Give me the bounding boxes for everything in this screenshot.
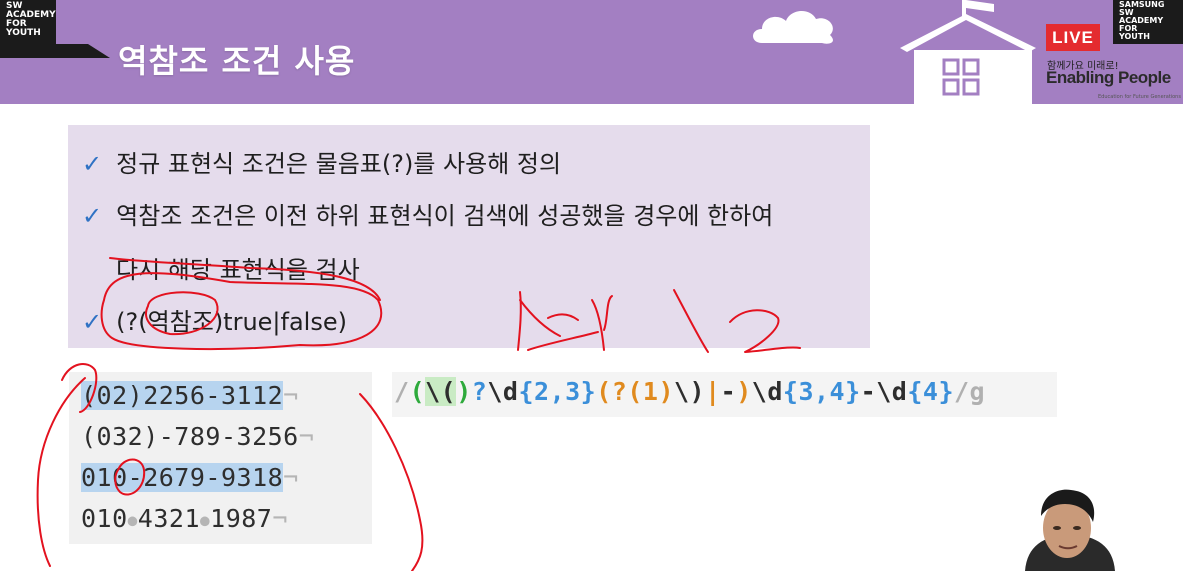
pilcrow-icon: ¬: [272, 504, 288, 533]
bullet-text: 역참조 조건은 이전 하위 표현식이 검색에 성공했을 경우에 한하여: [116, 202, 774, 230]
regex-token: /: [394, 377, 410, 406]
bullet-text: 다시 해당 표현식을 검사: [116, 256, 360, 284]
regex-expression: /(\()?\d{2,3}(?(1)\)|-)\d{3,4}-\d{4}/g: [394, 377, 985, 406]
regex-token: ): [736, 377, 752, 406]
cloud-icon: [753, 10, 833, 44]
bullet-continuation: 다시 해당 표현식을 검사: [116, 250, 360, 285]
sample-line: 010-2679-9318¬: [81, 463, 299, 492]
slide-title: 역참조 조건 사용: [118, 42, 356, 80]
sample-text: 010: [81, 504, 128, 533]
regex-token: -: [720, 377, 737, 406]
sample-text: 4321: [137, 504, 201, 533]
regex-token: |: [705, 377, 721, 406]
house-icon: [900, 0, 1036, 104]
sample-text: (032)-789-3256: [81, 422, 299, 451]
regex-token: {2,3}: [518, 377, 597, 406]
ssafy-logo: SW ACADEMY FOR YOUTH: [0, 0, 56, 44]
check-icon: ✓: [82, 150, 103, 178]
regex-token: /g: [954, 377, 986, 406]
space-dot-icon: ●: [127, 510, 138, 530]
match-highlight: 010-2679-9318: [81, 463, 284, 492]
bullet-text: (?(역참조)true|false): [116, 308, 347, 336]
pilcrow-icon: ¬: [283, 381, 299, 410]
regex-token: {4}: [907, 377, 954, 406]
regex-token: (?(1): [596, 377, 674, 406]
sample-line: (032)-789-3256¬: [81, 422, 314, 451]
bullet-item: ✓ 정규 표현식 조건은 물음표(?)를 사용해 정의: [82, 144, 561, 179]
logo-line: YOUTH: [6, 28, 41, 38]
sample-line: 010●4321●1987¬: [81, 504, 288, 533]
regex-token: \d: [876, 377, 908, 406]
regex-token: ): [456, 377, 472, 406]
sample-text: 1987: [210, 504, 273, 533]
pilcrow-icon: ¬: [283, 463, 299, 492]
regex-token: \d: [487, 377, 519, 406]
bullet-text: 정규 표현식 조건은 물음표(?)를 사용해 정의: [116, 150, 562, 178]
check-icon: ✓: [82, 202, 103, 230]
space-dot-icon: ●: [200, 510, 211, 530]
regex-token: \(: [425, 377, 457, 406]
brand-text: Enabling People: [1046, 68, 1171, 87]
live-badge: LIVE: [1046, 24, 1100, 51]
sample-line: (02)2256-3112¬: [81, 381, 299, 410]
regex-token: -: [860, 377, 877, 406]
bullet-item: ✓ 역참조 조건은 이전 하위 표현식이 검색에 성공했을 경우에 한하여: [82, 196, 773, 231]
regex-token: ?: [471, 377, 488, 406]
match-highlight: (02)2256-3112: [81, 381, 284, 410]
bullet-item: ✓ (?(역참조)true|false): [82, 302, 347, 337]
samsung-logo: SAMSUNG SW ACADEMY FOR YOUTH: [1113, 0, 1183, 44]
regex-token: \d: [751, 377, 783, 406]
brand-small: Education for Future Generations: [1098, 94, 1181, 100]
check-icon: ✓: [82, 308, 103, 336]
regex-token: \): [674, 377, 706, 406]
regex-token: {3,4}: [782, 377, 861, 406]
regex-token: (: [409, 377, 426, 406]
presenter-avatar: [1025, 489, 1115, 571]
samsung-line: YOUTH: [1119, 32, 1150, 41]
pilcrow-icon: ¬: [298, 422, 315, 451]
